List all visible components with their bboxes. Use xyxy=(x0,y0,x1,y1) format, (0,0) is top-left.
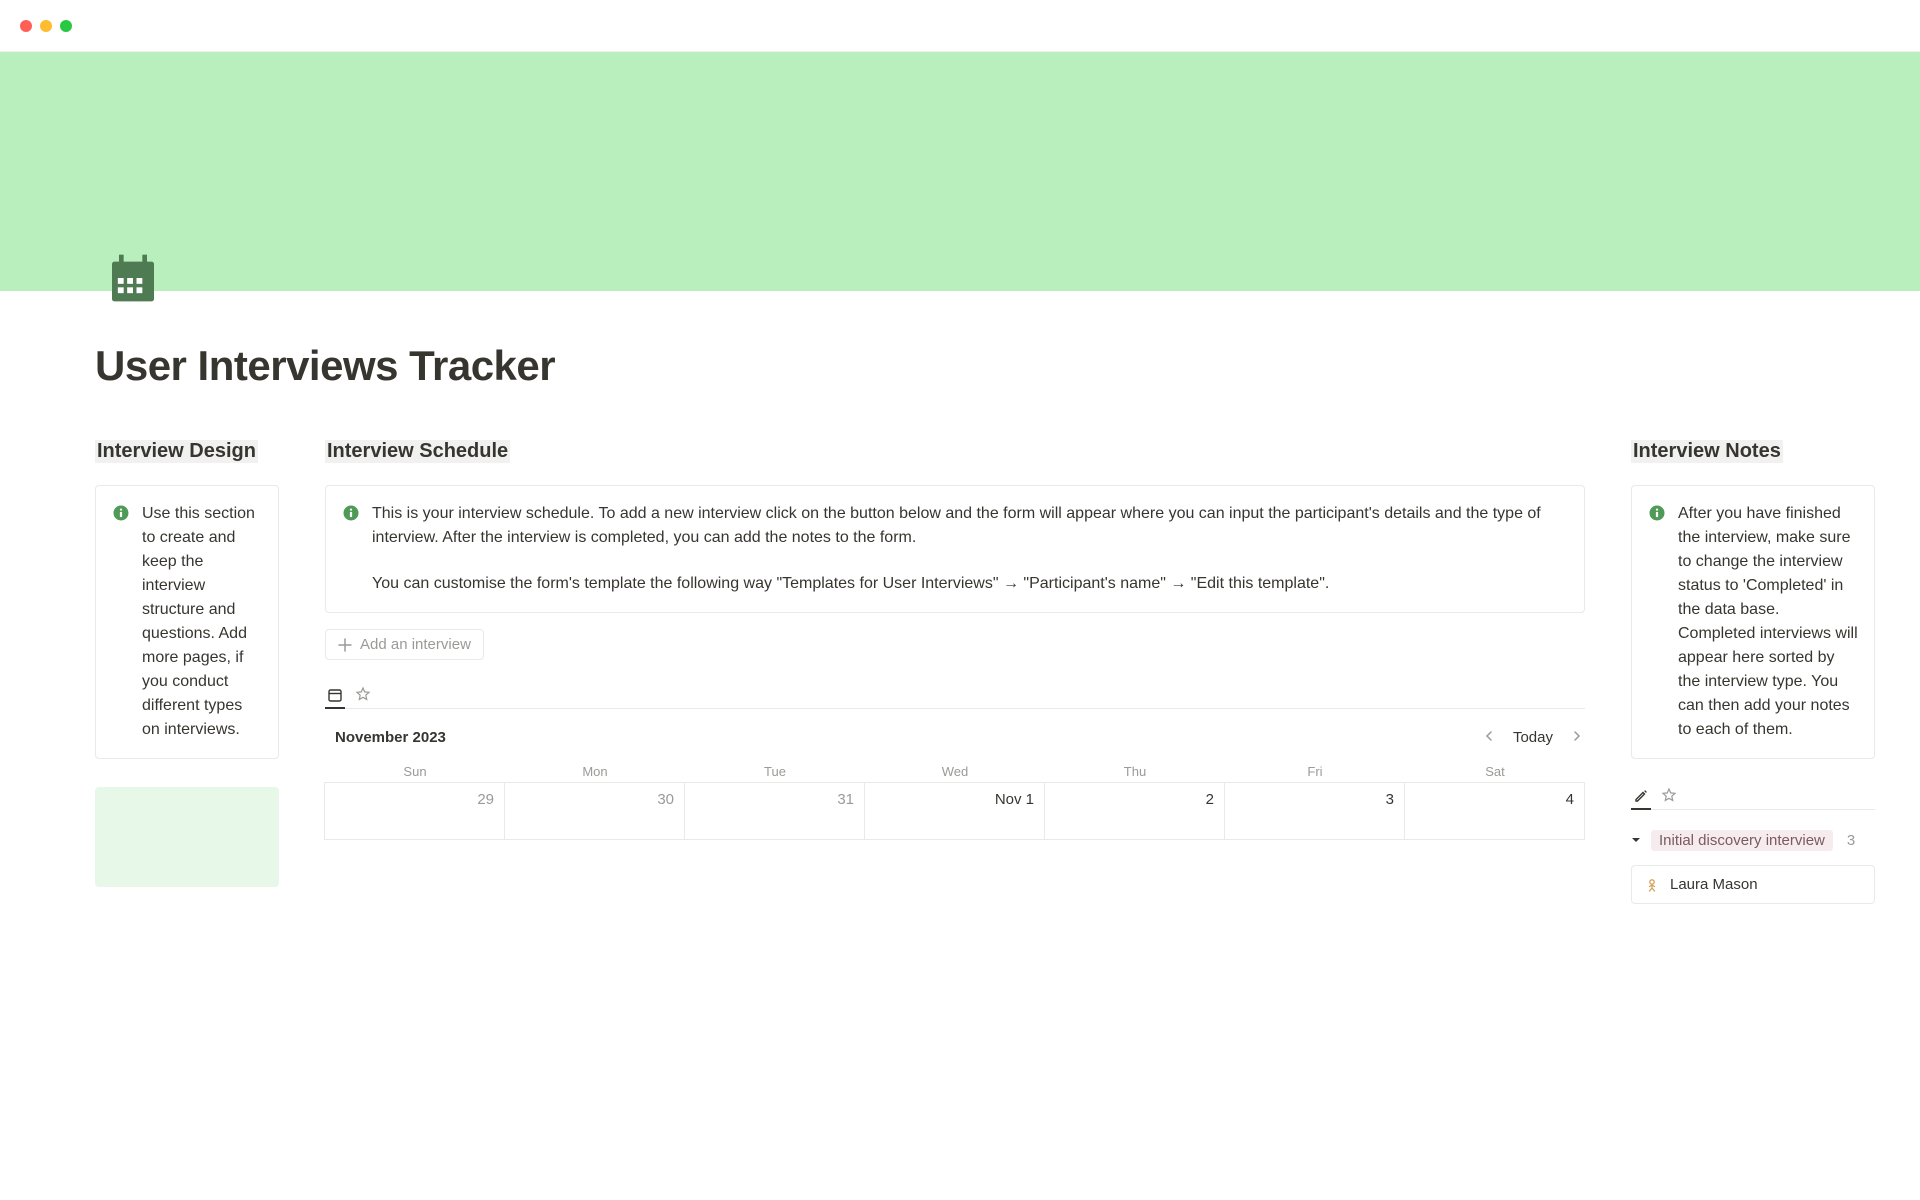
info-icon xyxy=(342,504,360,522)
interview-schedule-column: Interview Schedule This is your intervie… xyxy=(325,440,1585,840)
group-count: 3 xyxy=(1847,832,1855,849)
calendar-cell[interactable]: 2 xyxy=(1044,782,1225,840)
notes-view-tabs xyxy=(1631,783,1875,810)
edit-view-tab[interactable] xyxy=(1631,784,1651,810)
calendar-cell[interactable]: 30 xyxy=(504,782,685,840)
sub-page-thumbnail[interactable] xyxy=(95,787,279,887)
calendar-view-tabs xyxy=(325,682,1585,709)
triangle-down-icon xyxy=(1631,832,1641,850)
starred-view-tab[interactable] xyxy=(353,682,373,706)
calendar-icon xyxy=(105,250,161,311)
calendar-month: November 2023 xyxy=(325,729,446,746)
close-window-button[interactable] xyxy=(20,20,32,32)
starred-notes-tab[interactable] xyxy=(1659,783,1679,807)
minimize-window-button[interactable] xyxy=(40,20,52,32)
window-titlebar xyxy=(0,0,1920,52)
calendar-prev-button[interactable] xyxy=(1483,729,1495,746)
add-interview-button[interactable]: Add an interview xyxy=(325,629,484,660)
hero-banner xyxy=(0,52,1920,291)
info-icon xyxy=(1648,504,1666,522)
dow-wed: Wed xyxy=(865,760,1045,783)
dow-mon: Mon xyxy=(505,760,685,783)
schedule-callout-p2: You can customise the form's template th… xyxy=(372,572,1568,596)
calendar-cell[interactable]: 29 xyxy=(324,782,505,840)
star-icon xyxy=(355,686,371,702)
page-title: User Interviews Tracker xyxy=(95,342,1875,390)
group-tag: Initial discovery interview xyxy=(1651,830,1833,851)
calendar-next-button[interactable] xyxy=(1571,729,1583,746)
interview-design-column: Interview Design Use this section to cre… xyxy=(95,440,279,887)
calendar-small-icon xyxy=(327,687,343,703)
calendar-cell[interactable]: 3 xyxy=(1224,782,1405,840)
add-interview-label: Add an interview xyxy=(360,636,471,653)
design-callout: Use this section to create and keep the … xyxy=(95,485,279,759)
calendar-grid: Sun Mon Tue Wed Thu Fri Sat 29 30 31 Nov… xyxy=(325,760,1585,840)
notes-callout: After you have finished the interview, m… xyxy=(1631,485,1875,759)
schedule-heading: Interview Schedule xyxy=(325,440,510,463)
interview-notes-column: Interview Notes After you have finished … xyxy=(1631,440,1875,904)
edit-icon xyxy=(1633,788,1649,804)
calendar-today-button[interactable]: Today xyxy=(1513,729,1553,746)
calendar-cell[interactable]: Nov 1 xyxy=(864,782,1045,840)
dow-sun: Sun xyxy=(325,760,505,783)
design-callout-text: Use this section to create and keep the … xyxy=(142,502,262,742)
chevron-right-icon xyxy=(1571,730,1583,742)
interview-note-card[interactable]: Laura Mason xyxy=(1631,865,1875,904)
notes-heading: Interview Notes xyxy=(1631,440,1783,463)
person-name: Laura Mason xyxy=(1670,876,1758,893)
dow-tue: Tue xyxy=(685,760,865,783)
plus-icon xyxy=(338,638,352,652)
info-icon xyxy=(112,504,130,522)
schedule-callout-text: This is your interview schedule. To add … xyxy=(372,502,1568,596)
star-icon xyxy=(1661,787,1677,803)
dow-thu: Thu xyxy=(1045,760,1225,783)
chevron-left-icon xyxy=(1483,730,1495,742)
notes-group-header[interactable]: Initial discovery interview 3 xyxy=(1631,830,1875,851)
dow-fri: Fri xyxy=(1225,760,1405,783)
notes-callout-text: After you have finished the interview, m… xyxy=(1678,502,1858,742)
design-heading: Interview Design xyxy=(95,440,258,463)
schedule-callout: This is your interview schedule. To add … xyxy=(325,485,1585,613)
calendar-cell[interactable]: 4 xyxy=(1404,782,1585,840)
fullscreen-window-button[interactable] xyxy=(60,20,72,32)
calendar-cell[interactable]: 31 xyxy=(684,782,865,840)
schedule-callout-p1: This is your interview schedule. To add … xyxy=(372,502,1568,550)
dow-sat: Sat xyxy=(1405,760,1585,783)
calendar-view-tab[interactable] xyxy=(325,683,345,709)
person-icon xyxy=(1644,877,1660,893)
